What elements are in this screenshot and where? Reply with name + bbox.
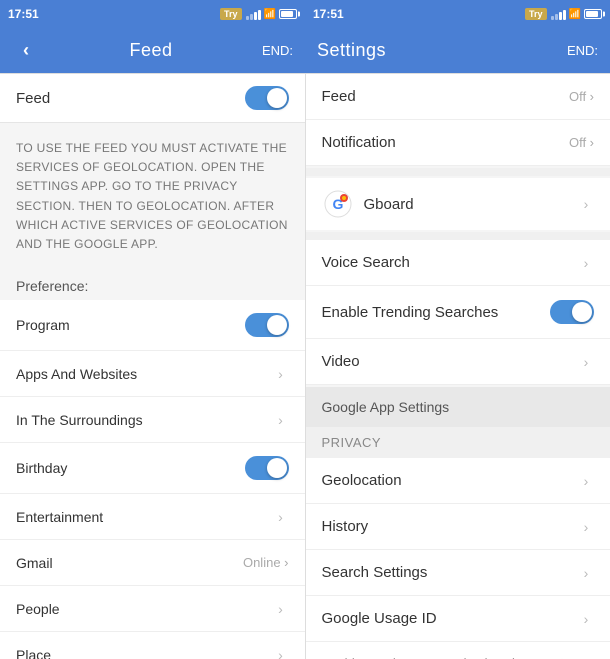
right-status-bar: 17:51 Try 📶 <box>305 0 610 28</box>
google-app-settings-label: Google App Settings <box>322 399 450 415</box>
google-usage-id-label: Google Usage ID <box>322 610 437 627</box>
feed-toggle[interactable] <box>245 86 289 110</box>
wifi-icon-right: 📶 <box>569 9 581 20</box>
feed-setting-value: Off › <box>569 89 594 104</box>
gboard-left: G Gboard <box>322 188 414 220</box>
list-item[interactable]: Apps And Websites › <box>0 351 305 397</box>
video-item[interactable]: Video › <box>306 339 610 385</box>
chevron-icon: › <box>273 509 289 525</box>
geolocation-item[interactable]: Geolocation › <box>306 458 610 504</box>
feed-toggle-label: Feed <box>16 90 50 107</box>
right-tag: Try <box>525 8 547 20</box>
list-item[interactable]: Gmail Online › <box>0 540 305 586</box>
chevron-icon: › <box>273 601 289 617</box>
wifi-icon-left: 📶 <box>264 9 276 20</box>
left-panel: Feed To Use The Feed You Must Activate T… <box>0 74 306 659</box>
entertainment-label: Entertainment <box>16 509 103 525</box>
history-chevron-icon: › <box>578 519 594 535</box>
battery-icon-right <box>584 9 602 19</box>
left-nav-bar: ‹ Feed END: <box>0 28 305 73</box>
search-settings-label: Search Settings <box>322 564 428 581</box>
voice-search-chevron-icon: › <box>578 255 594 271</box>
left-nav-title: Feed <box>129 40 172 61</box>
trending-searches-label: Enable Trending Searches <box>322 304 499 321</box>
video-chevron-icon: › <box>578 354 594 370</box>
birthday-label: Birthday <box>16 460 67 476</box>
list-item[interactable]: In The Surroundings › <box>0 397 305 443</box>
trending-searches-item[interactable]: Enable Trending Searches <box>306 286 610 339</box>
battery-icon-left <box>279 9 297 19</box>
gboard-section: G Gboard › <box>306 178 610 230</box>
history-item[interactable]: History › <box>306 504 610 550</box>
list-item[interactable]: People › <box>0 586 305 632</box>
right-nav-end: END: <box>567 43 598 58</box>
back-button[interactable]: ‹ <box>12 37 40 65</box>
touch-id-item[interactable]: Enable Touch ID per navigations in Cogni… <box>306 642 610 659</box>
feed-setting-label: Feed <box>322 88 356 105</box>
search-settings-list: Voice Search › Enable Trending Searches … <box>306 240 610 385</box>
divider <box>306 168 610 176</box>
voice-search-label: Voice Search <box>322 254 410 271</box>
chevron-icon: › <box>273 412 289 428</box>
gboard-item[interactable]: G Gboard › <box>306 178 610 230</box>
people-label: People <box>16 601 60 617</box>
history-label: History <box>322 518 369 535</box>
preference-heading: Preference: <box>0 268 305 300</box>
program-label: Program <box>16 317 70 333</box>
video-label: Video <box>322 353 360 370</box>
preference-list: Program Apps And Websites › In The Surro… <box>0 300 305 659</box>
privacy-heading: Privacy <box>306 427 610 458</box>
list-item[interactable]: Entertainment › <box>0 494 305 540</box>
left-time: 17:51 <box>8 7 39 21</box>
notification-label: Notification <box>322 134 396 151</box>
gmail-label: Gmail <box>16 555 53 571</box>
gboard-logo-icon: G <box>322 188 354 220</box>
program-toggle[interactable] <box>245 313 289 337</box>
apps-websites-label: Apps And Websites <box>16 366 137 382</box>
chevron-icon: › <box>273 647 289 659</box>
search-settings-item[interactable]: Search Settings › <box>306 550 610 596</box>
right-status-icons: 📶 <box>551 8 602 20</box>
notification-setting-item[interactable]: Notification Off › <box>306 120 610 166</box>
right-nav-bar: Settings END: <box>305 28 610 73</box>
left-status-bar: 17:51 Try 📶 <box>0 0 305 28</box>
privacy-list: Geolocation › History › Search Settings … <box>306 458 610 659</box>
gboard-label: Gboard <box>364 196 414 213</box>
list-item[interactable]: Place › <box>0 632 305 659</box>
left-status-icons: 📶 <box>246 8 297 20</box>
feed-setting-item[interactable]: Feed Off › <box>306 74 610 120</box>
right-panel: Feed Off › Notification Off › G <box>306 74 610 659</box>
google-usage-id-chevron-icon: › <box>578 611 594 627</box>
divider <box>306 232 610 240</box>
geolocation-chevron-icon: › <box>578 473 594 489</box>
left-nav-end: END: <box>262 43 293 58</box>
list-item[interactable]: Program <box>0 300 305 351</box>
google-usage-id-item[interactable]: Google Usage ID › <box>306 596 610 642</box>
gmail-value: Online › <box>243 555 289 570</box>
geolocation-label: Geolocation <box>322 472 402 489</box>
trending-toggle[interactable] <box>550 300 594 324</box>
voice-search-item[interactable]: Voice Search › <box>306 240 610 286</box>
gboard-chevron-icon: › <box>578 196 594 212</box>
search-settings-chevron-icon: › <box>578 565 594 581</box>
list-item[interactable]: Birthday <box>0 443 305 494</box>
right-time: 17:51 <box>313 7 344 21</box>
notification-value: Off › <box>569 135 594 150</box>
left-tag: Try <box>220 8 242 20</box>
surroundings-label: In The Surroundings <box>16 412 143 428</box>
chevron-icon: › <box>273 366 289 382</box>
top-settings-list: Feed Off › Notification Off › <box>306 74 610 166</box>
feed-toggle-section: Feed <box>0 74 305 123</box>
birthday-toggle[interactable] <box>245 456 289 480</box>
feed-info-text: To Use The Feed You Must Activate The Se… <box>0 125 305 268</box>
right-nav-title: Settings <box>317 40 386 61</box>
place-label: Place <box>16 647 51 659</box>
google-app-settings-section: Google App Settings <box>306 387 610 427</box>
feed-toggle-knob <box>267 88 287 108</box>
